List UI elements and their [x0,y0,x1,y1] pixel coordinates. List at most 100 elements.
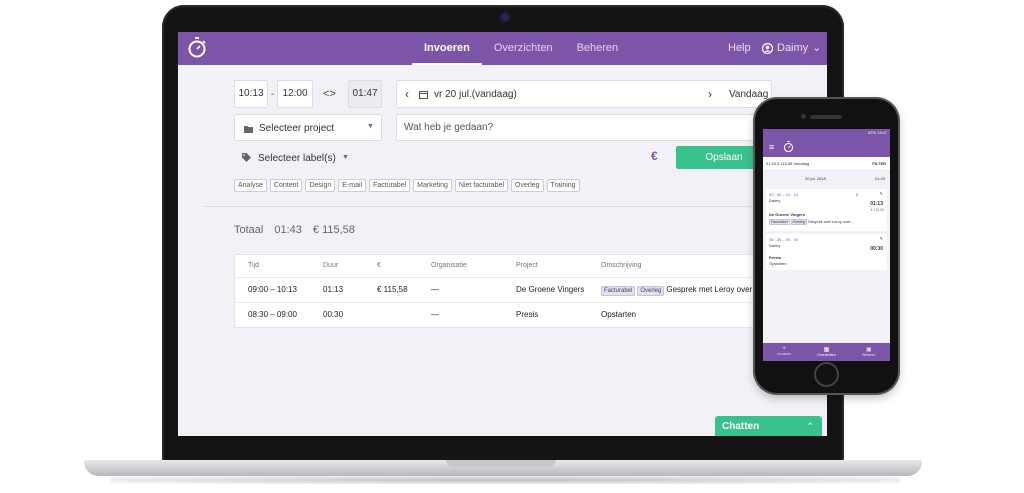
date-label: vr 20 jul.(vandaag) [434,89,517,100]
phone-date-row: 20 jul. 2018 01:43 [763,174,890,184]
chevron-up-icon: ⌃ [806,421,814,431]
phone-entry-card[interactable]: 09 : 00 – 10 : 13 Daimy 2 ✎ 01:13 € 115,… [766,189,887,231]
entry-organisation: — [431,285,439,294]
date-picker[interactable]: ‹ vr 20 jul.(vandaag) › Vandaag [396,80,772,108]
briefcase-icon: ▣ [865,347,872,353]
duration-input[interactable]: 01:47 [348,80,382,108]
column-header[interactable]: Duur [323,255,338,277]
phone-entry-card[interactable]: 08 : 30 – 09 : 00 Daimy ✎ 00:30 Presis O… [766,234,887,270]
label-chip[interactable]: E-mail [338,179,367,192]
phone-frame: 47% 13:47 ≡ 01:43 € 115,58 Vandaag FILTE… [755,99,898,393]
pencil-icon[interactable]: ✎ [880,191,883,196]
table-row[interactable]: 08:30 – 09:00 00:30 — Presis Opstarten [235,302,827,327]
phone-entry-duration: 00:30 [870,246,883,252]
phone-tab-label: Invoeren [777,352,791,356]
column-header[interactable]: Omschrijving [601,255,641,277]
entry-description-text: Opstarten [601,310,637,319]
column-header[interactable]: € [377,255,381,277]
tag-icon [242,153,251,162]
entry-tag: Facturabel [601,286,636,296]
label-chip[interactable]: Facturabel [369,179,411,192]
entry-duration: 00:30 [323,310,344,319]
laptop-screen: Invoeren Overzichten Beheren Help Daimy … [178,32,827,436]
labels-select[interactable]: Selecteer label(s) ▼ [242,151,352,167]
main-nav: Invoeren Overzichten Beheren [412,32,630,65]
phone-tab-label: Beheren [862,353,876,357]
entry-project: De Groene Vingers [516,285,585,294]
swap-times-icon[interactable]: <> [323,88,336,100]
phone-tab-beheren[interactable]: ▣ Beheren [848,343,890,361]
calendar-icon [419,91,428,99]
phone-entry-user: Daimy [769,243,781,248]
billable-euro-icon[interactable]: € [651,149,658,163]
chat-widget-button[interactable]: Chatten ⌃ [715,416,822,436]
folder-icon [244,126,253,133]
time-dash: - [271,89,275,100]
phone-tab-invoeren[interactable]: + Invoeren [763,343,805,361]
phone-status-bar: 47% 13:47 [763,129,890,137]
chevron-right-icon[interactable]: › [708,87,712,101]
label-chip[interactable]: Analyse [234,179,267,192]
totals-amount: € 115,58 [312,224,355,236]
today-button[interactable]: Vandaag [729,89,768,100]
start-time-value: 10:13 [238,88,264,99]
phone-entry-project: Presis [769,255,782,260]
phone-summary: 01:43 € 115,58 Vandaag [766,161,810,166]
phone-entry-description: Gesprek met Leroy over... [807,219,854,224]
laptop-notch [446,460,556,467]
phone-entry-tag: Overleg [790,219,807,225]
label-chip[interactable]: Marketing [413,179,452,192]
entries-table: Tijd Duur € Organisatie Project Omschrij… [234,254,827,328]
phone-filter-bar: 01:43 € 115,58 Vandaag FILTER [763,157,890,171]
table-row[interactable]: 09:00 – 10:13 01:13 € 115,58 — De Groene… [235,277,827,302]
nav-item-invoeren[interactable]: Invoeren [412,32,482,65]
phone-entry-tag-count: 2 [856,192,859,197]
phone-entry-details: Facturabel Overleg Gesprek met Leroy over.… [769,219,854,225]
phone-entry-times: 09 : 00 – 10 : 13 [769,192,798,197]
hamburger-menu-icon[interactable]: ≡ [769,142,774,152]
end-time-input[interactable]: 12:00 [277,80,313,108]
start-time-input[interactable]: 10:13 [234,80,268,108]
label-chip[interactable]: Niet facturabel [454,179,509,192]
entry-description-text: Gesprek met Leroy over proj [666,285,768,294]
help-link[interactable]: Help [728,32,751,65]
column-header[interactable]: Project [516,255,538,277]
nav-item-overzichten[interactable]: Overzichten [482,32,565,65]
label-chip[interactable]: Design [305,179,336,192]
entry-time: 09:00 – 10:13 [248,285,297,294]
label-chip[interactable]: Content [269,179,303,192]
user-menu[interactable]: Daimy ⌄ [762,32,821,65]
label-chip[interactable]: Overleg [511,179,544,192]
phone-home-button[interactable] [814,362,839,387]
app-header: Invoeren Overzichten Beheren Help Daimy … [178,32,827,65]
entry-time: 08:30 – 09:00 [248,310,297,319]
phone-filter-button[interactable]: FILTER [872,161,886,166]
duration-value: 01:47 [352,88,378,99]
divider [204,206,827,207]
description-input[interactable]: Wat heb je gedaan? [396,114,772,141]
phone-speaker [810,115,842,119]
laptop-shadow [110,476,900,484]
label-chip[interactable]: Training [546,179,580,192]
column-header[interactable]: Tijd [248,255,259,277]
nav-item-beheren[interactable]: Beheren [565,32,631,65]
pencil-icon[interactable]: ✎ [880,236,883,241]
phone-screen: 47% 13:47 ≡ 01:43 € 115,58 Vandaag FILTE… [763,129,890,361]
column-header[interactable]: Organisatie [431,255,467,277]
stopwatch-logo-icon[interactable] [187,37,207,59]
phone-status-text: 47% 13:47 [867,130,887,135]
project-select[interactable]: Selecteer project ▼ [234,114,382,141]
user-name: Daimy [777,42,809,54]
phone-entry-duration: 01:13 [870,201,883,207]
phone-tab-bar: + Invoeren ▦ Overzichten ▣ Beheren [763,343,890,361]
entry-amount: € 115,58 [377,285,408,294]
phone-entry-amount: € 115,58 [870,208,884,212]
chat-label: Chatten [722,421,760,432]
caret-down-icon: ▼ [342,154,349,161]
phone-tab-overzichten[interactable]: ▦ Overzichten [805,343,847,361]
entry-duration: 01:13 [323,285,344,294]
phone-day-total: 01:43 [874,176,885,181]
chevron-left-icon[interactable]: ‹ [405,87,409,101]
phone-entry-description: Opstarten [769,261,787,266]
stopwatch-logo-icon[interactable] [783,141,794,153]
